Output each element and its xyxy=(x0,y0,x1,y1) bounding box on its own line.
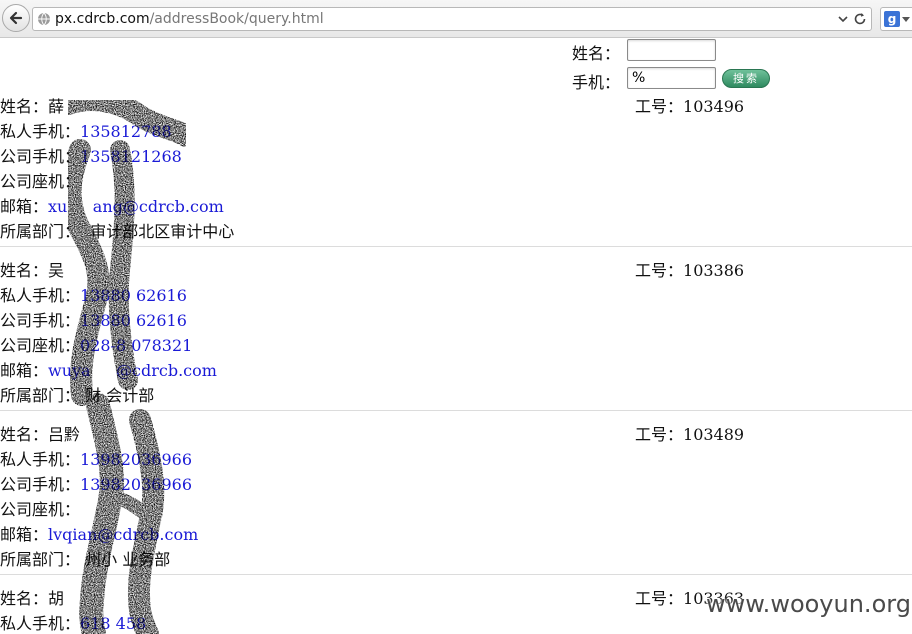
record-name: 薛 xyxy=(48,97,65,116)
record-private-mobile-row: 私人手机：618 458 xyxy=(0,614,147,633)
record-employee-id: 工号：103496 xyxy=(635,97,745,116)
back-button[interactable] xyxy=(2,4,30,32)
record-name-row: 姓名：薛 xyxy=(0,97,65,116)
record-private-mobile-row: 私人手机：13982036966 xyxy=(0,450,192,469)
record-department: 审计部北区审计中心 xyxy=(80,222,235,241)
query-name-label: 姓名： xyxy=(572,44,621,63)
company-mobile-link[interactable]: 13880 62616 xyxy=(80,311,187,330)
globe-icon xyxy=(38,12,50,26)
company-mobile-link[interactable]: 1358121268 xyxy=(80,147,182,166)
record-employee-id: 工号：103386 xyxy=(635,261,745,280)
record-department: 财 会计部 xyxy=(80,386,155,405)
record-name: 胡 xyxy=(48,589,65,608)
email-link[interactable]: wuya @cdrcb.com xyxy=(48,361,217,380)
private-mobile-link[interactable]: 135812788 xyxy=(80,122,172,141)
record-divider xyxy=(0,246,912,247)
back-arrow-icon xyxy=(9,11,23,25)
record-company-phone-row: 公司座机： xyxy=(0,172,81,191)
reload-icon[interactable] xyxy=(853,12,867,26)
record-private-mobile-row: 私人手机：135812788 xyxy=(0,122,172,141)
email-link[interactable]: xu ang@cdrcb.com xyxy=(48,197,224,216)
record-item: 姓名：薛 工号：103496 私人手机：135812788 公司手机：13581… xyxy=(0,97,912,261)
watermark-text: www.wooyun.org xyxy=(706,590,911,618)
record-name-row: 姓名：吕黔 xyxy=(0,425,81,444)
url-host: px.cdrcb.com xyxy=(55,11,150,27)
record-email-row: 邮箱：lvqian@cdrcb.com xyxy=(0,525,199,544)
record-department-row: 所属部门： 财 会计部 xyxy=(0,386,155,405)
record-company-mobile-row: 公司手机：1358121268 xyxy=(0,147,182,166)
record-department-row: 所属部门： 州小 业务部 xyxy=(0,550,171,569)
record-private-mobile-row: 私人手机：13880 62616 xyxy=(0,286,187,305)
browser-toolbar: px.cdrcb.com/addressBook/query.html g xyxy=(0,0,912,38)
search-button[interactable]: 搜索 xyxy=(722,69,770,88)
url-path: /addressBook/query.html xyxy=(149,11,324,27)
query-name-input[interactable] xyxy=(627,39,716,61)
record-name-row: 姓名：吴 xyxy=(0,261,65,280)
record-company-mobile-row: 公司手机：13880 62616 xyxy=(0,311,187,330)
record-name-row: 姓名：胡 xyxy=(0,589,65,608)
google-icon: g xyxy=(884,11,900,27)
query-mobile-input[interactable] xyxy=(627,67,716,89)
address-bar[interactable]: px.cdrcb.com/addressBook/query.html xyxy=(32,7,872,31)
record-name: 吕黔 xyxy=(48,425,81,444)
record-divider xyxy=(0,410,912,411)
record-company-phone-row: 公司座机： xyxy=(0,500,81,519)
record-email-row: 邮箱：wuya @cdrcb.com xyxy=(0,361,217,380)
record-email-row: 邮箱：xu ang@cdrcb.com xyxy=(0,197,224,216)
chevron-down-icon[interactable] xyxy=(837,13,849,25)
record-department-row: 所属部门： 审计部北区审计中心 xyxy=(0,222,235,241)
record-department: 州小 业务部 xyxy=(80,550,171,569)
query-mobile-label: 手机： xyxy=(572,73,621,92)
private-mobile-link[interactable]: 13880 62616 xyxy=(80,286,187,305)
company-phone-link[interactable]: 028-8 078321 xyxy=(80,336,192,355)
record-divider xyxy=(0,574,912,575)
record-item: 姓名：吕黔 工号：103489 私人手机：13982036966 公司手机：13… xyxy=(0,425,912,589)
record-employee-id: 工号：103489 xyxy=(635,425,745,444)
search-engine-selector[interactable]: g xyxy=(880,7,912,31)
record-company-mobile-row: 公司手机：13982036966 xyxy=(0,475,192,494)
company-mobile-link[interactable]: 13982036966 xyxy=(80,475,192,494)
email-link[interactable]: lvqian@cdrcb.com xyxy=(48,525,198,544)
record-name: 吴 xyxy=(48,261,65,280)
chevron-down-icon xyxy=(902,17,910,22)
private-mobile-link[interactable]: 13982036966 xyxy=(80,450,192,469)
record-company-phone-row: 公司座机：028-8 078321 xyxy=(0,336,193,355)
record-item: 姓名：吴 工号：103386 私人手机：13880 62616 公司手机：138… xyxy=(0,261,912,425)
url-text[interactable]: px.cdrcb.com/addressBook/query.html xyxy=(55,11,324,27)
private-mobile-link[interactable]: 618 458 xyxy=(80,614,146,633)
